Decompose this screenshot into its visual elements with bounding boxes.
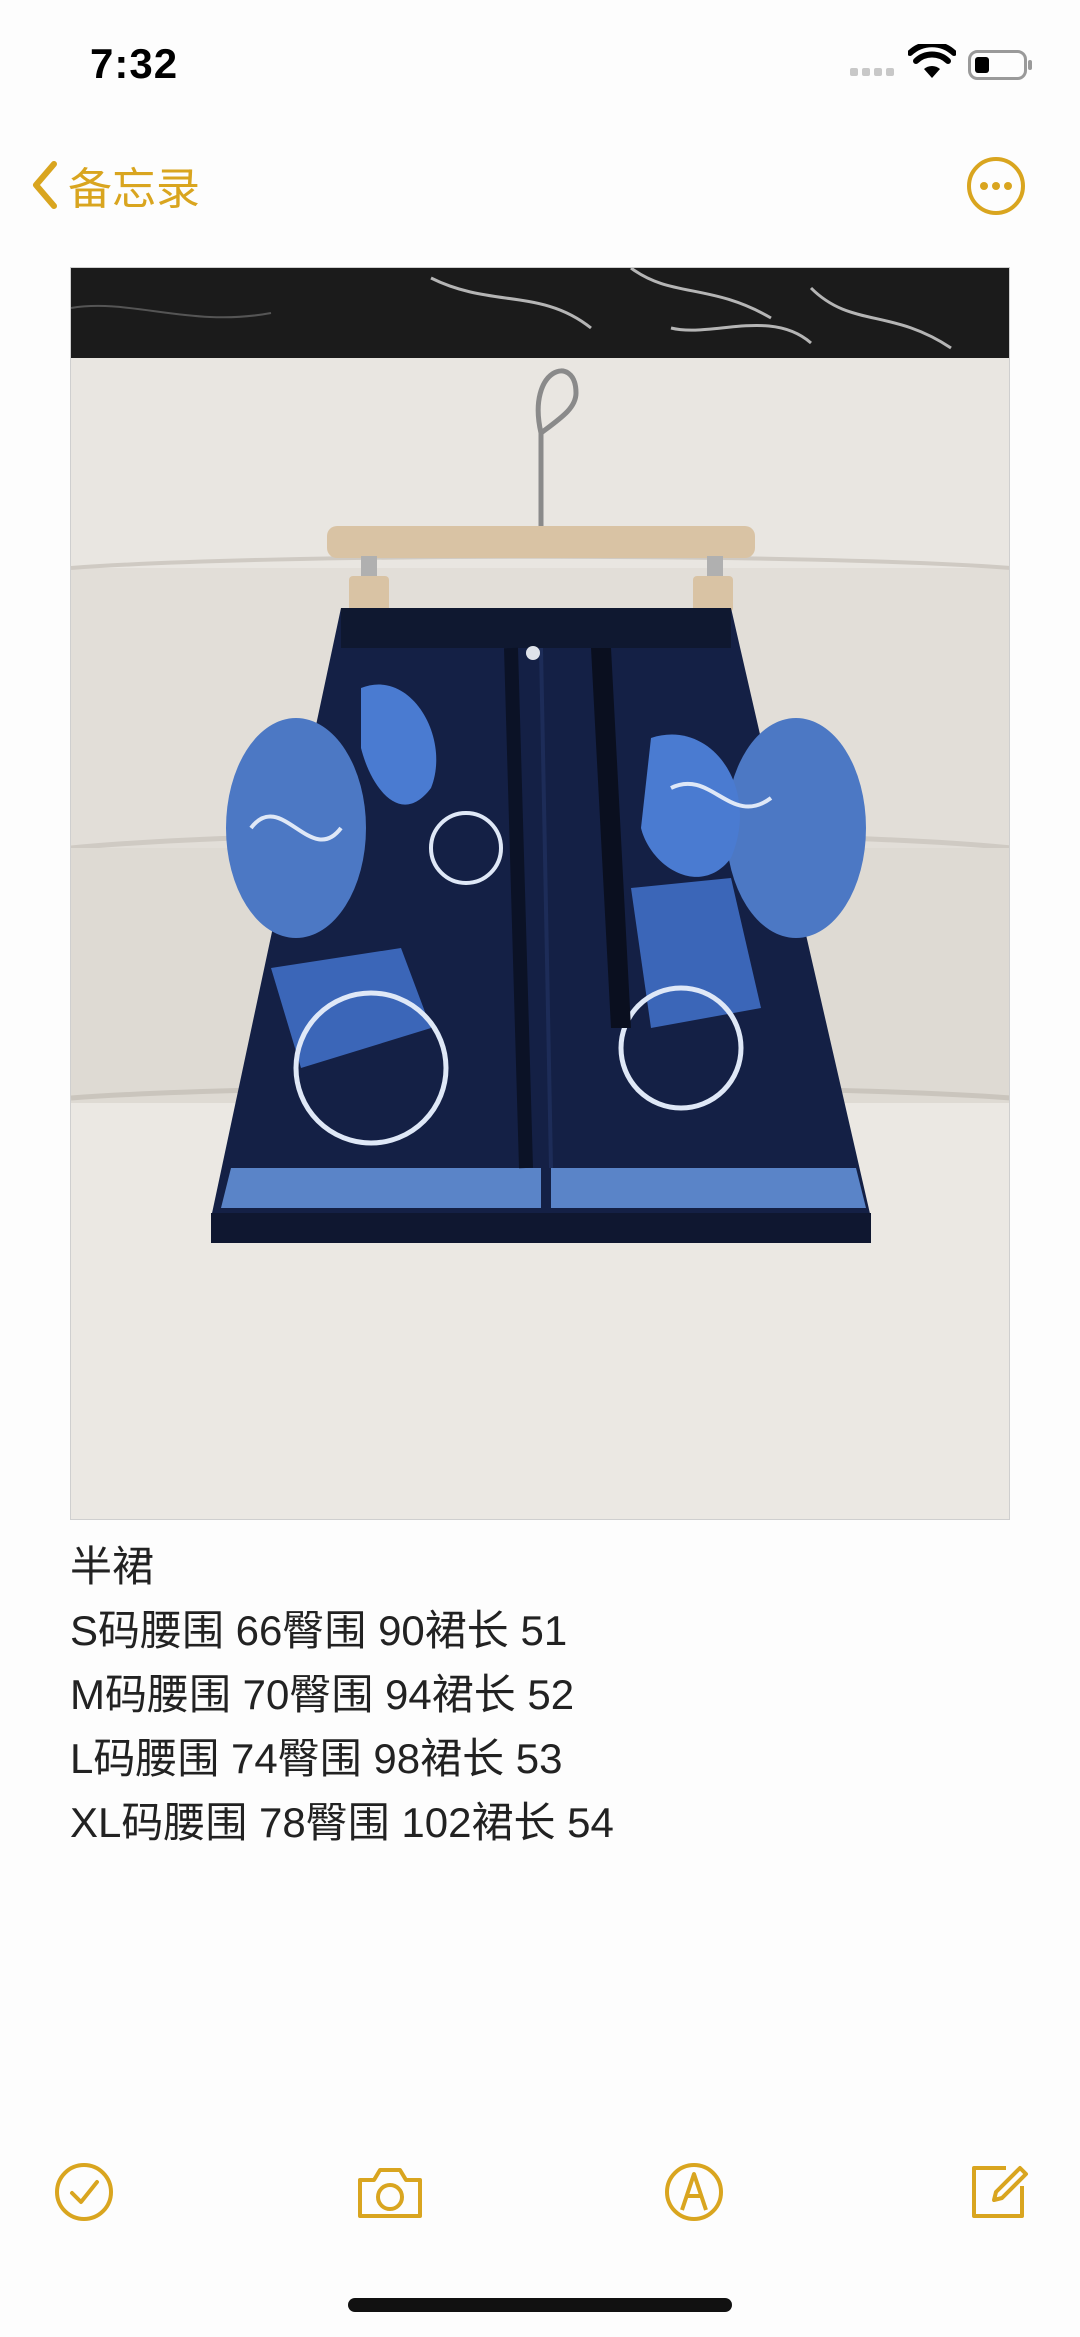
nav-bar: 备忘录 bbox=[0, 140, 1080, 230]
wifi-icon bbox=[908, 44, 956, 78]
back-button[interactable]: 备忘录 bbox=[30, 150, 200, 220]
note-line-title: 半裙 bbox=[70, 1543, 155, 1590]
notes-screen: 7:32 备忘录 半裙 S码腰围 66臀围 90裙长 51 M码腰围 70臀围 … bbox=[0, 0, 1080, 2337]
compose-icon[interactable] bbox=[966, 2160, 1030, 2224]
note-line-size-l: L码腰围 74臀围 98裙长 53 bbox=[70, 1735, 563, 1782]
checkmark-circle-icon[interactable] bbox=[52, 2160, 116, 2224]
chevron-left-icon bbox=[33, 161, 57, 209]
note-line-size-m: M码腰围 70臀围 94裙长 52 bbox=[70, 1671, 575, 1718]
status-bar: 7:32 bbox=[0, 0, 1080, 130]
battery-icon bbox=[968, 50, 1032, 80]
cellular-signal-icon bbox=[850, 68, 894, 76]
note-body[interactable]: 半裙 S码腰围 66臀围 90裙长 51 M码腰围 70臀围 94裙长 52 L… bbox=[70, 1535, 1010, 1855]
note-line-size-s: S码腰围 66臀围 90裙长 51 bbox=[70, 1607, 568, 1654]
camera-icon[interactable] bbox=[354, 2160, 426, 2224]
bottom-toolbar bbox=[0, 2150, 1080, 2230]
note-line-size-xl: XL码腰围 78臀围 102裙长 54 bbox=[70, 1799, 614, 1846]
back-label: 备忘录 bbox=[68, 165, 200, 214]
pen-circle-icon[interactable] bbox=[662, 2160, 726, 2224]
home-indicator[interactable] bbox=[348, 2298, 732, 2312]
status-time: 7:32 bbox=[90, 40, 179, 87]
skirt-photo-illustration bbox=[71, 268, 1009, 1519]
more-options-button[interactable] bbox=[964, 154, 1028, 218]
attached-photo[interactable] bbox=[70, 267, 1010, 1520]
